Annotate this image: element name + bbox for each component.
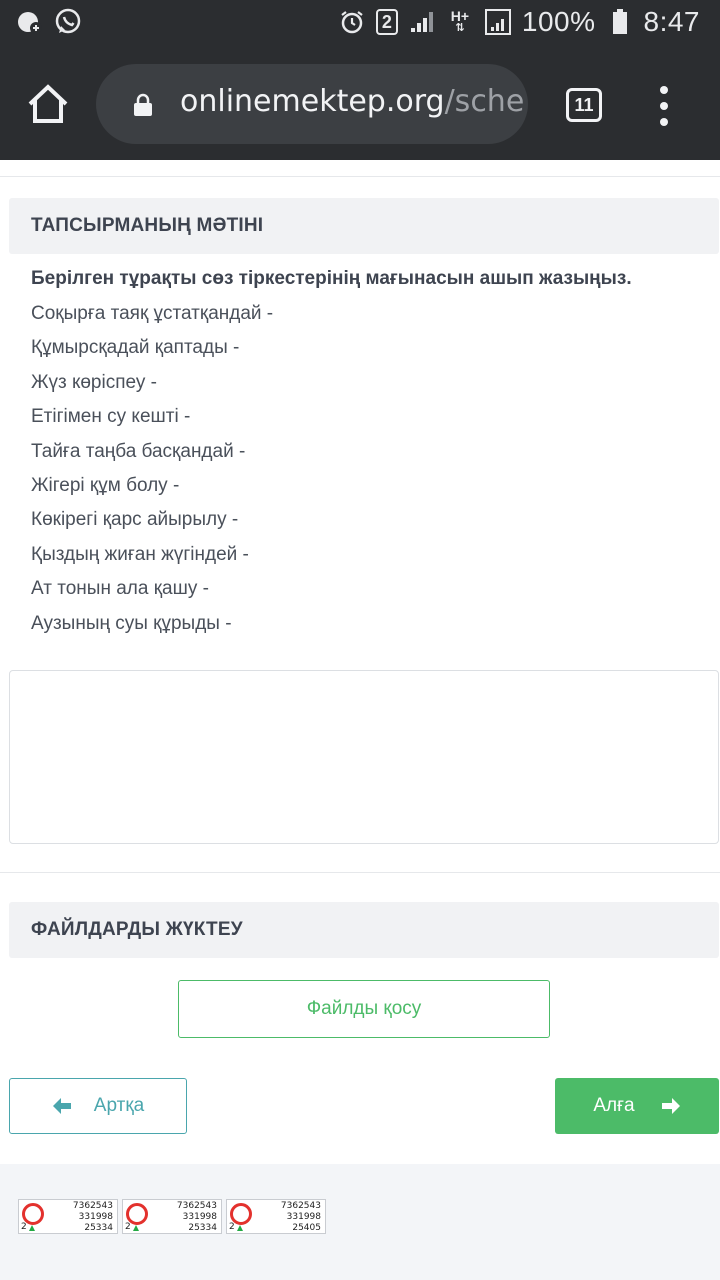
counter-badge[interactable]: 2 7362543 331998 25405 <box>226 1199 326 1234</box>
network-type-label: H+ <box>450 8 470 24</box>
sim-badge: 2 <box>375 9 398 35</box>
divider <box>0 872 720 873</box>
url-text: onlinemektep.org/sche <box>180 84 524 119</box>
url-host: onlinemektep.org <box>180 84 445 119</box>
home-icon <box>28 84 68 123</box>
counter-line: 331998 <box>182 1212 217 1222</box>
task-section-header: ТАПСЫРМАНЫҢ МӘТІНІ <box>9 198 719 254</box>
task-text: Берілген тұрақты сөз тіркестерінің мағын… <box>31 268 711 647</box>
whatsapp-icon <box>54 8 82 36</box>
back-button-label: Артқа <box>93 1095 145 1116</box>
task-item: Көкірегі қарс айырылу - <box>31 509 239 531</box>
task-item: Соқырға таяқ ұстатқандай - <box>31 303 274 324</box>
counter-small: 2 <box>125 1222 131 1232</box>
counter-badge[interactable]: 2 7362543 331998 25334 <box>122 1199 222 1234</box>
lock-icon <box>134 93 152 116</box>
counter-line: 331998 <box>286 1212 321 1222</box>
counter-line: 7362543 <box>72 1201 113 1211</box>
task-item: Қыздың жиған жүгіндей - <box>31 543 249 565</box>
tabs-button[interactable]: 11 <box>566 88 602 122</box>
next-button[interactable]: Алға <box>555 1078 719 1134</box>
home-button[interactable] <box>26 82 70 126</box>
up-triangle-icon <box>237 1225 243 1231</box>
signal-icon <box>408 8 436 36</box>
alarm-icon <box>338 8 366 36</box>
menu-dot-icon <box>660 118 668 126</box>
counter-small: 2 <box>21 1222 27 1232</box>
status-bar: 2 H+ ⇅ 100% 8:47 <box>0 0 720 48</box>
data-arrows-icon: ⇅ <box>455 22 465 34</box>
clock: 8:47 <box>643 6 700 37</box>
task-item: Етігімен су кешті - <box>31 406 191 428</box>
next-button-label: Алға <box>593 1095 635 1116</box>
status-bar-notifications <box>16 8 82 36</box>
counter-line: 331998 <box>78 1212 113 1222</box>
add-file-button[interactable]: Файлды қосу <box>178 980 550 1038</box>
counter-line: 25405 <box>292 1223 321 1233</box>
url-path: /sche <box>444 84 525 119</box>
arrow-left-icon <box>52 1098 71 1114</box>
counter-small: 2 <box>229 1222 235 1232</box>
menu-dot-icon <box>660 86 668 94</box>
counter-line: 7362543 <box>280 1201 321 1211</box>
page-content: ТАПСЫРМАНЫҢ МӘТІНІ Берілген тұрақты сөз … <box>0 160 720 1164</box>
up-triangle-icon <box>29 1225 35 1231</box>
divider <box>0 176 720 177</box>
status-bar-system: 2 H+ ⇅ 100% 8:47 <box>338 6 700 38</box>
browser-toolbar: onlinemektep.org/sche 11 <box>0 48 720 160</box>
battery-icon <box>606 8 634 36</box>
task-item: Жүз көріспеу - <box>31 371 157 393</box>
counter-line: 7362543 <box>176 1201 217 1211</box>
files-section-header: ФАЙЛДАРДЫ ЖҮКТЕУ <box>9 902 719 958</box>
menu-dot-icon <box>660 102 668 110</box>
up-triangle-icon <box>133 1225 139 1231</box>
network-type-icon: H+ ⇅ <box>446 8 474 36</box>
battery-percent: 100% <box>521 6 596 37</box>
task-item: Аузының суы құрыды - <box>31 612 232 634</box>
answer-textarea[interactable] <box>9 670 719 844</box>
signal-2-icon <box>484 8 512 36</box>
task-item: Ат тонын ала қашу - <box>31 578 209 600</box>
counter-line: 25334 <box>84 1223 113 1233</box>
visit-counters: 2 7362543 331998 25334 2 7362543 331998 … <box>18 1199 326 1234</box>
task-item: Құмырсқадай қаптады - <box>31 337 240 359</box>
bug-notification-icon <box>16 8 44 36</box>
task-title: Берілген тұрақты сөз тіркестерінің мағын… <box>31 268 632 289</box>
arrow-right-icon <box>661 1098 680 1114</box>
counter-badge[interactable]: 2 7362543 331998 25334 <box>18 1199 118 1234</box>
task-item: Жігері құм болу - <box>31 474 180 496</box>
task-item: Тайға таңба басқандай - <box>31 440 246 462</box>
more-menu-button[interactable] <box>654 86 674 126</box>
back-button[interactable]: Артқа <box>9 1078 187 1134</box>
counter-line: 25334 <box>188 1223 217 1233</box>
address-bar[interactable]: onlinemektep.org/sche <box>96 64 528 144</box>
